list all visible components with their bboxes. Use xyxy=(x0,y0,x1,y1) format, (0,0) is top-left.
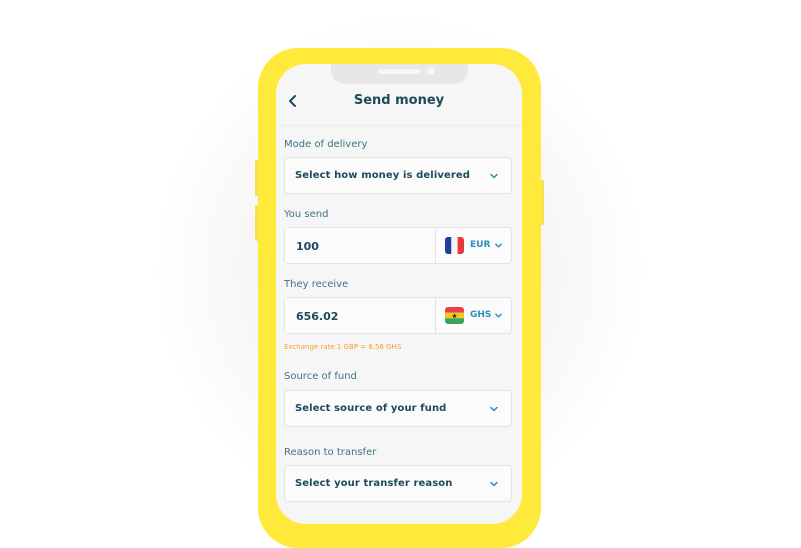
send-amount-input[interactable]: 100 xyxy=(285,228,435,263)
delivery-select[interactable]: Select how money is delivered xyxy=(284,157,512,194)
chevron-down-icon xyxy=(490,481,498,487)
field-separator xyxy=(435,298,436,333)
reason-select-value: Select your transfer reason xyxy=(295,478,453,489)
phone-speaker xyxy=(378,69,420,74)
receive-amount-input[interactable]: 656.02 xyxy=(285,298,435,333)
send-amount-value: 100 xyxy=(296,240,319,253)
chevron-left-icon xyxy=(289,95,296,107)
phone-side-button xyxy=(541,180,544,225)
source-select[interactable]: Select source of your fund xyxy=(284,390,512,427)
source-label: Source of fund xyxy=(284,371,357,382)
send-amount-group: 100 EUR xyxy=(284,227,512,264)
chevron-down-icon xyxy=(490,406,498,412)
send-currency-code: EUR xyxy=(470,240,491,250)
phone-camera xyxy=(427,67,435,75)
france-flag-icon xyxy=(445,237,464,254)
receive-currency-code: GHS xyxy=(470,310,492,320)
reason-label: Reason to transfer xyxy=(284,447,377,458)
header-divider xyxy=(276,125,522,126)
receive-amount-group: 656.02 GHS xyxy=(284,297,512,334)
page-title: Send money xyxy=(353,93,445,108)
phone-side-button xyxy=(255,160,258,196)
receive-label: They receive xyxy=(284,279,349,290)
source-select-value: Select source of your fund xyxy=(295,403,447,414)
chevron-down-icon xyxy=(490,173,498,179)
back-button[interactable] xyxy=(285,92,301,110)
delivery-label: Mode of delivery xyxy=(284,139,368,150)
delivery-select-value: Select how money is delivered xyxy=(295,170,471,181)
reason-select[interactable]: Select your transfer reason xyxy=(284,465,512,502)
chevron-down-icon xyxy=(495,313,502,318)
phone-side-button xyxy=(255,205,258,241)
receive-amount-value: 656.02 xyxy=(296,310,339,323)
ghana-flag-icon xyxy=(445,307,464,324)
phone-notch xyxy=(331,64,468,84)
send-label: You send xyxy=(284,209,329,220)
exchange-rate-note: Exchange rate 1 GBP = 6.56 GHS xyxy=(284,343,402,351)
field-separator xyxy=(435,228,436,263)
chevron-down-icon xyxy=(495,243,502,248)
